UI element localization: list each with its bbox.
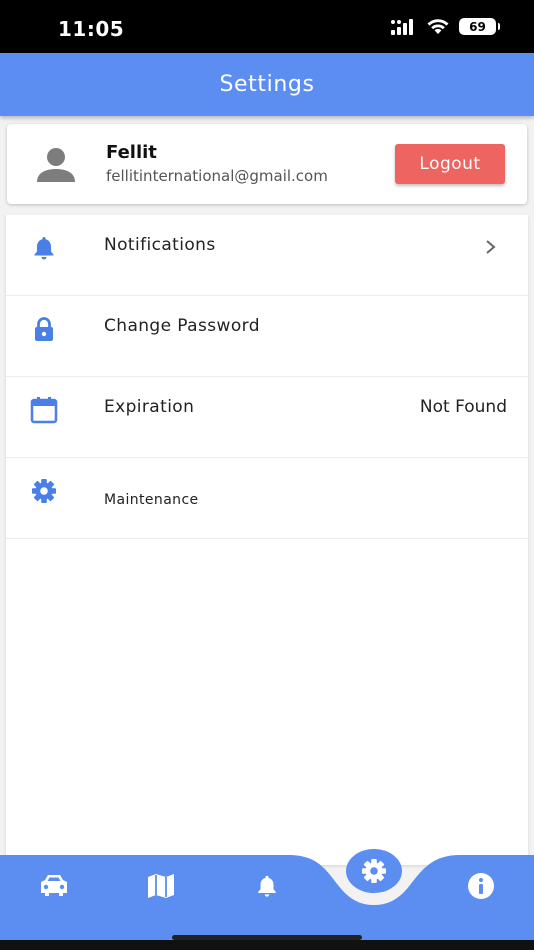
gear-icon — [362, 859, 386, 883]
nav-car[interactable] — [39, 871, 69, 901]
battery-icon: 69 — [459, 18, 500, 35]
bottom-strip — [0, 940, 534, 950]
chevron-right-icon — [486, 240, 496, 254]
wifi-icon — [427, 19, 449, 34]
info-icon — [468, 873, 494, 899]
settings-item-change-password[interactable]: Change Password — [6, 296, 528, 377]
bell-icon — [34, 237, 54, 260]
nav-notifications[interactable] — [252, 871, 282, 901]
calendar-icon — [30, 397, 58, 424]
gear-icon — [32, 479, 56, 503]
settings-item-notifications[interactable]: Notifications — [6, 215, 528, 296]
bell-icon — [258, 875, 276, 897]
settings-list: Notifications Change Password Expiration… — [6, 215, 528, 865]
status-time: 11:05 — [58, 17, 125, 41]
nav-info[interactable] — [466, 871, 496, 901]
signal-icon — [391, 18, 413, 35]
home-indicator — [172, 935, 362, 940]
profile-email: fellitinternational@gmail.com — [106, 167, 328, 185]
profile-name: Fellit — [106, 142, 157, 163]
avatar-icon — [37, 148, 75, 182]
status-bar: 11:05 69 — [0, 0, 534, 53]
settings-item-label: Change Password — [104, 316, 260, 336]
status-icons: 69 — [391, 18, 500, 35]
nav-settings[interactable] — [346, 849, 402, 893]
logout-button[interactable]: Logout — [395, 144, 505, 184]
car-icon — [41, 875, 67, 896]
expiration-value: Not Found — [419, 397, 507, 417]
profile-card: Fellit fellitinternational@gmail.com Log… — [7, 124, 527, 204]
settings-item-label: Notifications — [104, 235, 216, 255]
app-header: Settings — [0, 53, 534, 116]
settings-item-expiration[interactable]: Expiration Not Found — [6, 377, 528, 458]
settings-item-label: Expiration — [104, 397, 195, 417]
lock-icon — [35, 317, 53, 341]
settings-item-maintenance[interactable]: Maintenance — [6, 458, 528, 539]
nav-map[interactable] — [146, 871, 176, 901]
page-title: Settings — [219, 72, 315, 97]
settings-item-label: Maintenance — [104, 492, 199, 508]
map-icon — [148, 874, 174, 898]
